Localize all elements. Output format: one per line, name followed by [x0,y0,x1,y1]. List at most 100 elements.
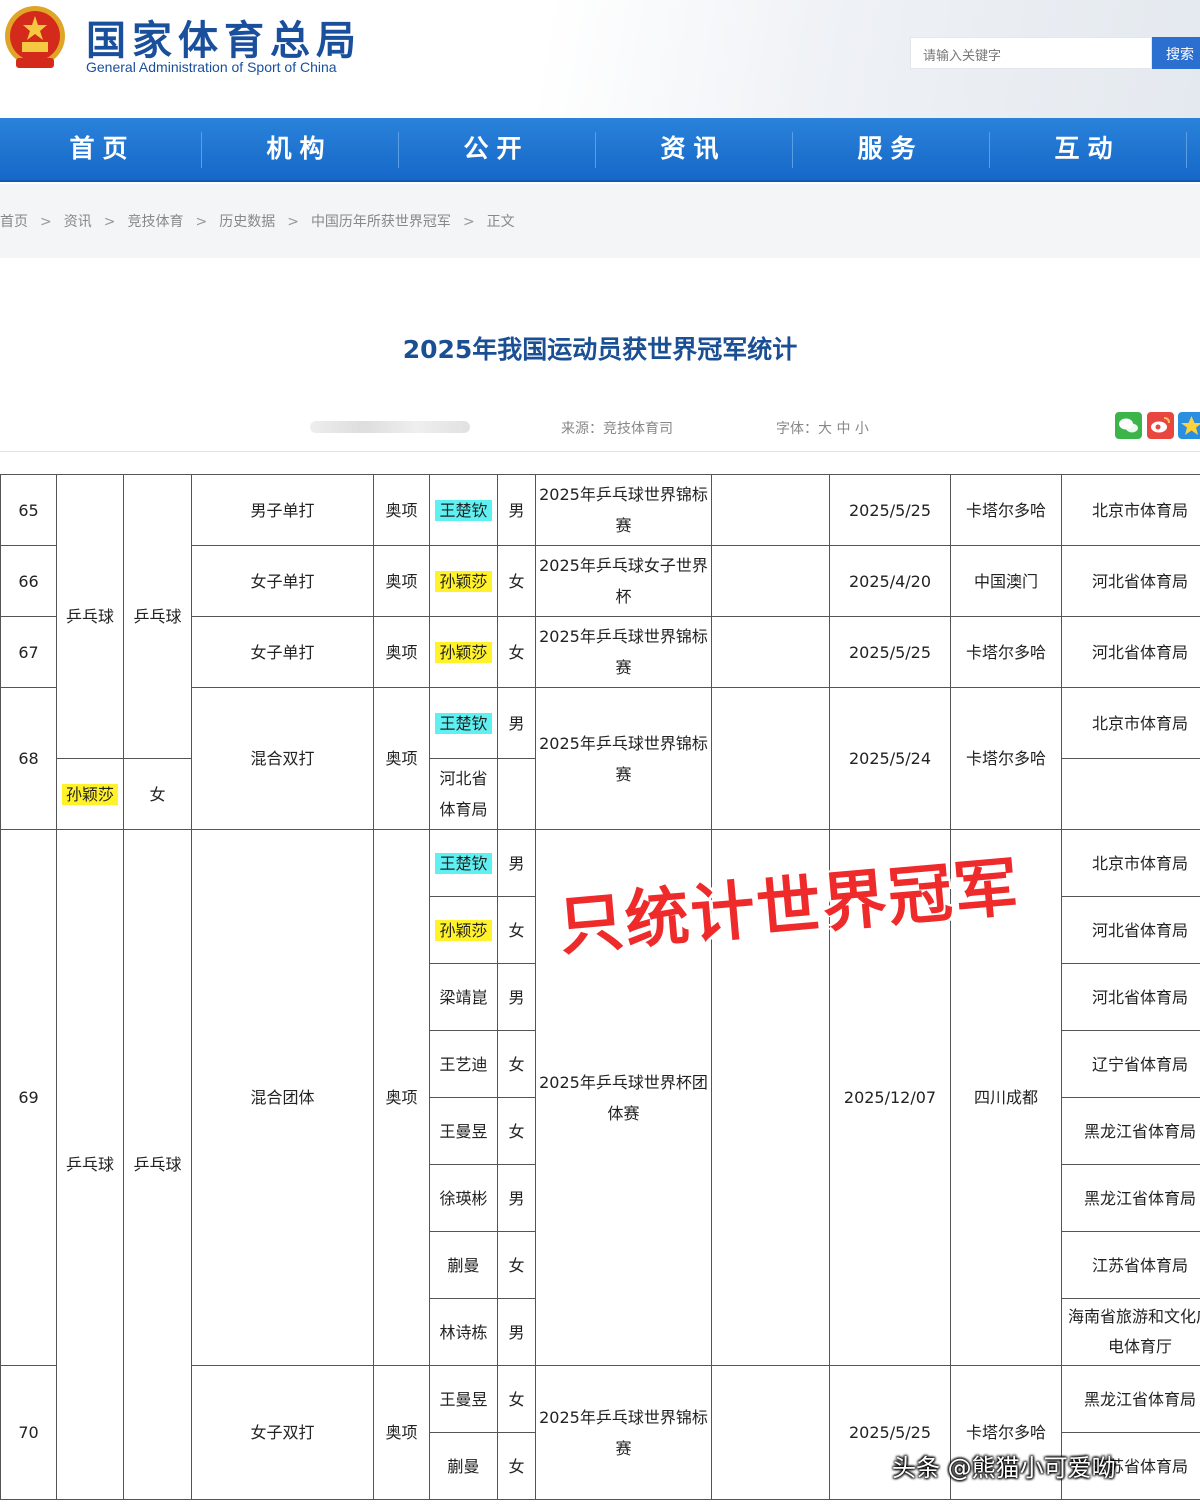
athlete-cell: 王艺迪 [429,1030,498,1098]
site-subtitle: General Administration of Sport of China [86,59,337,75]
qzone-icon[interactable] [1178,412,1200,439]
gender-cell: 女 [497,1030,536,1098]
sport-cell: 乒乓球 [56,474,124,759]
national-emblem-icon [5,6,65,68]
site-title[interactable]: 国家体育总局 [86,8,362,66]
gender-cell: 男 [497,474,536,546]
olympic-cell: 奥项 [373,829,430,1366]
nav-home[interactable]: 首页 [4,118,201,182]
gender-cell: 男 [497,1164,536,1232]
competition-cell: 2025年乒乓球世界锦标赛 [535,1365,712,1500]
gender-cell: 女 [123,758,192,830]
breadcrumb-competitive-sports[interactable]: 竞技体育 [127,211,183,231]
unit-cell: 河北省体育局 [1061,963,1200,1031]
olympic-cell: 奥项 [373,474,430,546]
gender-cell: 女 [497,896,536,964]
remark-cell [711,687,830,830]
olympic-cell: 奥项 [373,545,430,617]
row-number: 70 [0,1365,57,1500]
athlete-cell: 孙颖莎 [429,896,498,964]
breadcrumb-home[interactable]: 首页 [0,211,28,231]
nav-news[interactable]: 资讯 [595,118,792,182]
unit-cell: 海南省旅游和文化广电体育厅 [1061,1298,1200,1366]
row-number: 66 [0,545,57,617]
article-title: 2025年我国运动员获世界冠军统计 [402,335,798,364]
gender-cell: 男 [497,963,536,1031]
athlete-name: 孙颖莎 [61,783,118,805]
champion-table: 65 乒乓球 乒乓球 男子单打 奥项 王楚钦 男 2025年乒乓球世界锦标赛 2… [0,474,1200,1500]
breadcrumb-news[interactable]: 资讯 [64,211,92,231]
blurred-date [310,421,470,433]
article-source: 来源：竞技体育司 [561,421,673,437]
olympic-cell: 奥项 [373,616,430,688]
gender-cell: 男 [497,829,536,897]
gender-cell: 男 [497,1298,536,1366]
olympic-cell: 奥项 [373,1365,430,1500]
athlete-cell: 孙颖莎 [429,616,498,688]
event-cell: 女子双打 [191,1365,374,1500]
row-number: 68 [0,687,57,830]
athlete-name: 孙颖莎 [435,919,492,941]
competition-cell: 2025年乒乓球女子世界杯 [535,545,712,617]
gender-cell: 女 [497,545,536,617]
event-cell: 混合团体 [191,829,374,1366]
place-cell: 中国澳门 [950,545,1062,617]
athlete-cell: 孙颖莎 [429,545,498,617]
main-nav: 首页 机构 公开 资讯 服务 互动 [0,118,1200,182]
nav-organization[interactable]: 机构 [201,118,398,182]
breadcrumb: 首页 > 资讯 > 竞技体育 > 历史数据 > 中国历年所获世界冠军 > 正文 [0,211,515,231]
divider [0,451,1200,452]
breadcrumb-separator: > [195,214,208,230]
athlete-cell: 徐瑛彬 [429,1164,498,1232]
unit-cell: 河北省体育局 [429,758,498,830]
athlete-cell: 孙颖莎 [56,758,124,830]
row-number: 65 [0,474,57,546]
unit-cell: 辽宁省体育局 [1061,1030,1200,1098]
athlete-cell: 王曼昱 [429,1365,498,1433]
unit-cell: 黑龙江省体育局 [1061,1365,1200,1433]
breadcrumb-separator: > [287,214,299,230]
nav-divider [1186,132,1187,168]
nav-interaction[interactable]: 互动 [989,118,1186,182]
unit-cell: 北京市体育局 [1061,474,1200,546]
remark-cell [711,474,830,546]
unit-cell: 江苏省体育局 [1061,1231,1200,1299]
champion-table-wrapper: 65 乒乓球 乒乓球 男子单打 奥项 王楚钦 男 2025年乒乓球世界锦标赛 2… [0,474,1200,1508]
athlete-cell: 王楚钦 [429,474,498,546]
competition-cell: 2025年乒乓球世界锦标赛 [535,474,712,546]
unit-cell: 北京市体育局 [1061,829,1200,897]
athlete-cell: 林诗栋 [429,1298,498,1366]
unit-cell: 河北省体育局 [1061,545,1200,617]
breadcrumb-history-data[interactable]: 历史数据 [219,211,275,231]
breadcrumb-world-champions[interactable]: 中国历年所获世界冠军 [311,211,451,231]
unit-cell: 北京市体育局 [1061,687,1200,759]
remark-cell [711,1365,830,1500]
date-cell: 2025/5/25 [829,616,951,688]
wechat-icon[interactable] [1115,412,1142,439]
place-cell: 卡塔尔多哈 [950,474,1062,546]
athlete-name: 孙颖莎 [435,570,492,592]
event-cell: 女子单打 [191,545,374,617]
nav-services[interactable]: 服务 [792,118,989,182]
nav-disclosure[interactable]: 公开 [398,118,595,182]
weibo-icon[interactable] [1147,412,1174,439]
athlete-cell: 梁靖崑 [429,963,498,1031]
search-button[interactable]: 搜索 [1152,37,1200,69]
olympic-cell: 奥项 [373,687,430,830]
table-row: 65 乒乓球 乒乓球 男子单打 奥项 王楚钦 男 2025年乒乓球世界锦标赛 2… [0,474,1200,759]
competition-cell: 2025年乒乓球世界锦标赛 [535,616,712,688]
sport-cell: 乒乓球 [56,829,124,1500]
unit-cell: 河北省体育局 [1061,896,1200,964]
athlete-name: 王楚钦 [435,712,492,734]
date-cell: 2025/5/24 [829,687,951,830]
watermark: 头条 @熊猫小可爱呦 [892,1454,1116,1482]
font-size-control[interactable]: 字体：大 中 小 [776,418,869,438]
unit-cell: 河北省体育局 [1061,616,1200,688]
row-number: 69 [0,829,57,1366]
gender-cell: 女 [497,1097,536,1165]
site-header: 国家体育总局 General Administration of Sport o… [0,0,1200,118]
search-input[interactable]: 请输入关键字 [910,37,1152,69]
date-cell: 2025/4/20 [829,545,951,617]
athlete-cell: 蒯曼 [429,1432,498,1500]
remark-cell [711,616,830,688]
